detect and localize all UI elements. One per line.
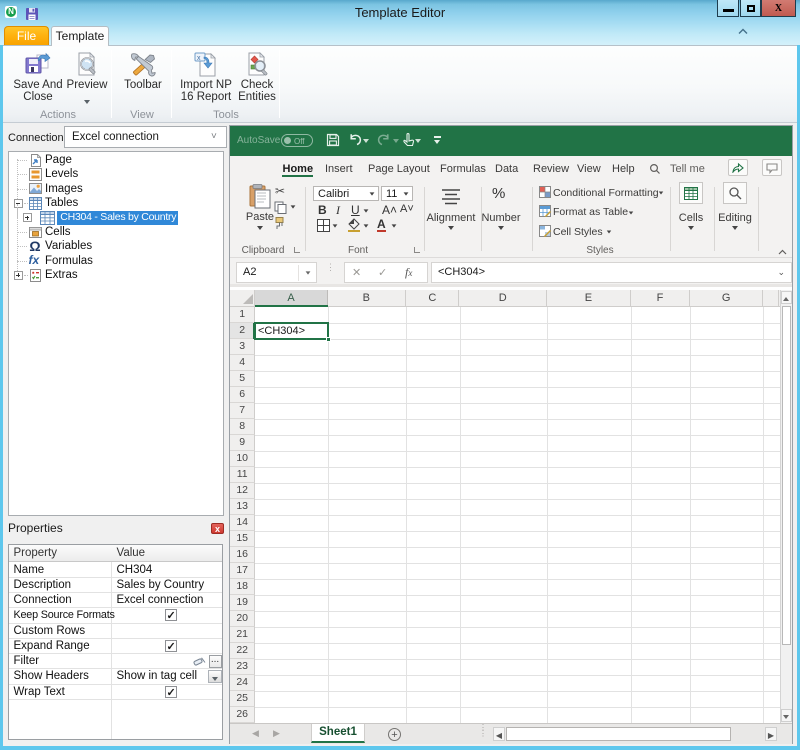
svg-text:x: x	[197, 55, 201, 62]
